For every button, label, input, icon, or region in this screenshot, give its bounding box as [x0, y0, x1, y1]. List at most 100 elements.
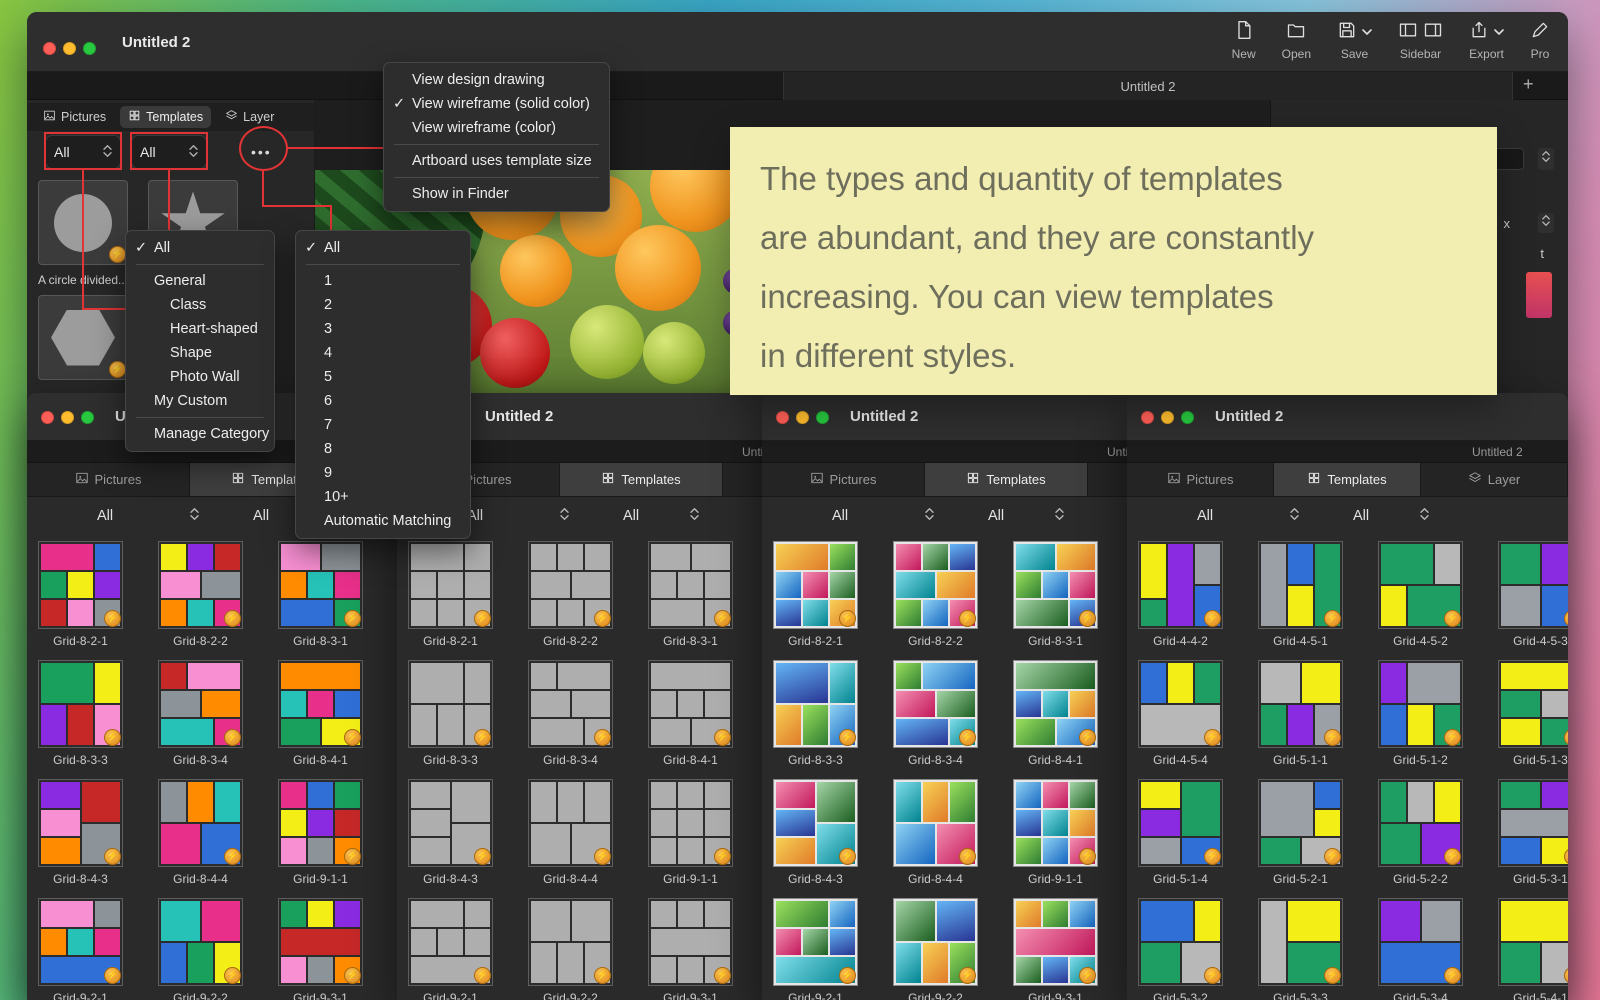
zoom-button[interactable] [83, 42, 96, 55]
menu-item[interactable]: Class [126, 293, 274, 317]
save-button[interactable]: Save [1337, 20, 1372, 61]
template-item[interactable]: ⚡Grid-9-1-1 [648, 779, 733, 886]
template-item[interactable]: ⚡Grid-4-5-3 [1498, 541, 1568, 648]
template-item[interactable]: ⚡Grid-8-4-1 [278, 660, 363, 767]
template-item[interactable]: ⚡Grid-8-2-1 [38, 541, 123, 648]
template-item[interactable]: ⚡Grid-8-2-2 [893, 541, 978, 648]
template-category-filter[interactable]: All [467, 507, 569, 525]
stepper-control[interactable] [1538, 148, 1554, 170]
tab-pictures[interactable]: Pictures [1127, 463, 1274, 496]
menu-item[interactable]: 5 [296, 365, 470, 389]
template-item[interactable]: ⚡Grid-9-2-1 [38, 898, 123, 1000]
template-category-filter[interactable]: All [97, 507, 199, 525]
template-count-filter[interactable]: All [131, 135, 207, 169]
tab-pictures[interactable]: Pictures [762, 463, 925, 496]
template-item[interactable]: ⚡Grid-4-5-4 [1138, 660, 1223, 767]
template-item[interactable]: ⚡Grid-9-2-2 [158, 898, 243, 1000]
template-item[interactable]: ⚡Grid-9-2-1 [408, 898, 493, 1000]
sidebar-button[interactable]: Sidebar [1398, 20, 1443, 61]
template-item[interactable]: ⚡Grid-8-3-1 [278, 541, 363, 648]
template-item[interactable]: ⚡Grid-8-3-4 [158, 660, 243, 767]
template-item[interactable]: ⚡Grid-5-1-2 [1378, 660, 1463, 767]
template-item[interactable]: ⚡Grid-8-3-4 [528, 660, 613, 767]
menu-item[interactable]: 8 [296, 437, 470, 461]
template-item[interactable]: ⚡Grid-8-4-1 [1013, 660, 1098, 767]
menu-item[interactable]: View wireframe (color) [384, 116, 609, 140]
template-count-filter[interactable]: All [1353, 507, 1429, 525]
template-item[interactable]: ⚡Grid-5-3-3 [1258, 898, 1343, 1000]
minimize-button[interactable] [796, 411, 809, 424]
menu-item[interactable]: Artboard uses template size [384, 149, 609, 173]
template-item[interactable]: ⚡Grid-8-2-2 [158, 541, 243, 648]
template-item-circle[interactable]: ⚡ [38, 180, 128, 265]
close-button[interactable] [43, 42, 56, 55]
minimize-button[interactable] [63, 42, 76, 55]
template-item[interactable]: ⚡Grid-9-1-1 [1013, 779, 1098, 886]
menu-item[interactable]: View design drawing [384, 68, 609, 92]
template-item[interactable]: ⚡Grid-8-2-1 [408, 541, 493, 648]
minimize-button[interactable] [1161, 411, 1174, 424]
document-tab[interactable]: Untitled 2 [783, 72, 1513, 100]
menu-item[interactable]: ✓View wireframe (solid color) [384, 92, 609, 116]
template-item[interactable]: ⚡Grid-4-5-2 [1378, 541, 1463, 648]
template-item[interactable]: ⚡Grid-5-2-1 [1258, 779, 1343, 886]
menu-item[interactable]: Photo Wall [126, 365, 274, 389]
template-item[interactable]: ⚡Grid-9-1-1 [278, 779, 363, 886]
template-item[interactable]: ⚡Grid-9-3-1 [648, 898, 733, 1000]
template-item[interactable]: ⚡Grid-5-3-2 [1138, 898, 1223, 1000]
menu-item[interactable]: 4 [296, 341, 470, 365]
template-item[interactable]: ⚡Grid-8-4-4 [893, 779, 978, 886]
template-item[interactable]: ⚡Grid-5-3-1 [1498, 779, 1568, 886]
template-category-filter[interactable]: All [1197, 507, 1299, 525]
pro-button[interactable]: Pro [1530, 20, 1550, 61]
menu-item[interactable]: Manage Category [126, 422, 274, 446]
template-item[interactable]: ⚡Grid-9-3-1 [1013, 898, 1098, 1000]
tab-templates[interactable]: Templates [925, 463, 1088, 496]
tab-layer[interactable]: Layer [217, 106, 282, 128]
template-item[interactable]: ⚡Grid-8-4-3 [38, 779, 123, 886]
template-item[interactable]: ⚡Grid-9-2-1 [773, 898, 858, 1000]
open-button[interactable]: Open [1282, 20, 1311, 61]
template-item[interactable]: ⚡Grid-8-3-1 [648, 541, 733, 648]
menu-item[interactable]: Automatic Matching [296, 509, 470, 533]
more-options-button[interactable]: ••• [251, 144, 272, 160]
menu-item[interactable]: My Custom [126, 389, 274, 413]
template-item[interactable]: ⚡Grid-5-4-1 [1498, 898, 1568, 1000]
template-category-filter[interactable]: All [832, 507, 934, 525]
menu-item[interactable]: Heart-shaped [126, 317, 274, 341]
tab-templates[interactable]: Templates [1274, 463, 1421, 496]
template-item[interactable]: ⚡Grid-8-4-3 [408, 779, 493, 886]
template-item[interactable]: ⚡Grid-5-1-1 [1258, 660, 1343, 767]
zoom-button[interactable] [81, 411, 94, 424]
template-item[interactable]: ⚡Grid-4-5-1 [1258, 541, 1343, 648]
menu-item[interactable]: Shape [126, 341, 274, 365]
document-tab[interactable]: Untitled 2 [1472, 445, 1523, 459]
tab-pictures[interactable]: Pictures [27, 463, 190, 496]
template-item[interactable]: ⚡Grid-8-3-3 [773, 660, 858, 767]
template-item[interactable]: ⚡Grid-5-2-2 [1378, 779, 1463, 886]
add-tab-button[interactable]: + [1523, 74, 1534, 95]
template-item[interactable]: ⚡Grid-8-2-1 [773, 541, 858, 648]
tab-pictures[interactable]: Pictures [35, 106, 114, 128]
template-item[interactable]: ⚡Grid-9-2-2 [893, 898, 978, 1000]
template-item[interactable]: ⚡Grid-5-3-4 [1378, 898, 1463, 1000]
menu-item[interactable]: 10+ [296, 485, 470, 509]
menu-item[interactable]: 6 [296, 389, 470, 413]
menu-item[interactable]: 1 [296, 269, 470, 293]
menu-item[interactable]: Show in Finder [384, 182, 609, 206]
color-swatch[interactable] [1526, 272, 1552, 318]
template-item[interactable]: ⚡Grid-8-3-4 [893, 660, 978, 767]
close-button[interactable] [1141, 411, 1154, 424]
tab-templates[interactable]: Templates [120, 106, 211, 128]
template-item[interactable]: ⚡Grid-8-3-3 [408, 660, 493, 767]
menu-item[interactable]: General [126, 269, 274, 293]
close-button[interactable] [41, 411, 54, 424]
template-item[interactable]: ⚡Grid-8-4-4 [158, 779, 243, 886]
template-item[interactable]: ⚡Grid-8-3-1 [1013, 541, 1098, 648]
menu-item[interactable]: ✓All [296, 236, 470, 260]
template-item[interactable]: ⚡Grid-8-4-4 [528, 779, 613, 886]
menu-item[interactable]: 7 [296, 413, 470, 437]
minimize-button[interactable] [61, 411, 74, 424]
tab-layer[interactable]: Layer [1421, 463, 1568, 496]
template-item-hexagon[interactable]: ⚡ [38, 295, 128, 380]
